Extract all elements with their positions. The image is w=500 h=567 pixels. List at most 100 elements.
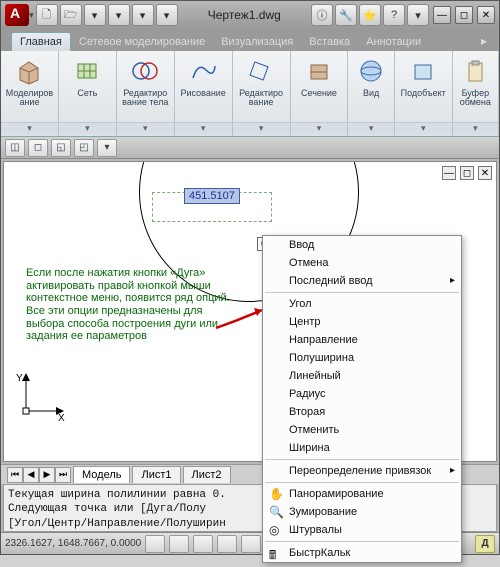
ctx-cancel[interactable]: Отмена (263, 254, 461, 272)
ctx-steering[interactable]: Штурвалы (263, 521, 461, 539)
ctx-undo[interactable]: Отменить (263, 421, 461, 439)
document-title: Чертеж1.dwg (180, 8, 309, 22)
panel-drop-icon[interactable]: ▾ (59, 122, 116, 134)
ctx-osnap-override[interactable]: Переопределение привязок (263, 462, 461, 480)
titlebar: ▾ 🗋 🗁 ▾ ▾ ▾ ▾ Чертеж1.dwg ⓘ 🔧 ⭐ ? ▾ — ◻ … (1, 1, 499, 29)
help-drop-icon[interactable]: ▾ (407, 4, 429, 26)
ctx-second[interactable]: Вторая (263, 403, 461, 421)
venn-icon (129, 55, 161, 87)
info-icon[interactable]: ⓘ (311, 4, 333, 26)
panel-drop-icon[interactable]: ▾ (233, 122, 290, 134)
ctx-quickcalc[interactable]: БыстрКальк (263, 544, 461, 562)
sheet-nav-prev-icon[interactable]: ◀ (23, 467, 39, 483)
minimize-button[interactable]: — (433, 6, 451, 24)
ctx-angle[interactable]: Угол (263, 295, 461, 313)
panel-label: Подобъект (401, 89, 446, 98)
tabs-overflow-icon[interactable]: ▸ (475, 31, 493, 51)
status-btn-4[interactable] (217, 535, 237, 553)
status-btn-3[interactable] (193, 535, 213, 553)
ctx-line[interactable]: Линейный (263, 367, 461, 385)
status-btn-2[interactable] (169, 535, 189, 553)
subtool-4[interactable]: ◰ (74, 139, 94, 157)
panel-drop-icon[interactable]: ▾ (175, 122, 232, 134)
panel-drop-icon[interactable]: ▾ (291, 122, 348, 134)
panel-label: Редактиро вание (233, 89, 290, 108)
ctx-separator (265, 292, 459, 293)
ctx-halfwidth[interactable]: Полуширина (263, 349, 461, 367)
panel-subobject[interactable]: Подобъект ▾ (395, 51, 453, 136)
layout-tab-model[interactable]: Модель (73, 466, 130, 483)
tab-home[interactable]: Главная (11, 32, 71, 51)
tab-visualization[interactable]: Визуализация (213, 33, 301, 51)
maximize-button[interactable]: ◻ (455, 6, 473, 24)
wrench-icon[interactable]: 🔧 (335, 4, 357, 26)
panel-label: Вид (363, 89, 379, 98)
context-menu: Ввод Отмена Последний ввод Угол Центр На… (262, 235, 462, 563)
subtool-3[interactable]: ◱ (51, 139, 71, 157)
star-icon[interactable]: ⭐ (359, 4, 381, 26)
panel-clipboard[interactable]: Буфер обмена ▾ (453, 51, 499, 136)
subobject-icon (407, 55, 439, 87)
ctx-center[interactable]: Центр (263, 313, 461, 331)
panel-label: Рисование (181, 89, 226, 98)
ctx-pan[interactable]: Панорамирование (263, 485, 461, 503)
qat-new-icon[interactable]: 🗋 (36, 4, 58, 26)
panel-solid-editing[interactable]: Редактиро вание тела ▾ (117, 51, 175, 136)
panel-drop-icon[interactable]: ▾ (453, 122, 498, 134)
svg-text:Y: Y (16, 373, 23, 384)
ctx-separator (265, 482, 459, 483)
sheet-nav-next-icon[interactable]: ▶ (39, 467, 55, 483)
clipboard-icon (459, 55, 491, 87)
status-cmd-button[interactable]: Д (475, 535, 495, 553)
panel-drop-icon[interactable]: ▾ (117, 122, 174, 134)
dynamic-dimension[interactable]: 451.5107 (184, 188, 240, 204)
section-icon (303, 55, 335, 87)
app-menu-button[interactable] (5, 4, 29, 26)
panel-label: Буфер обмена (453, 89, 498, 108)
ribbon: Моделиров ание ▾ Сеть ▾ Редактиро вание … (1, 51, 499, 137)
panel-label: Сеть (77, 89, 97, 98)
sheet-nav-first-icon[interactable]: ⏮ (7, 467, 23, 483)
panel-drop-icon[interactable]: ▾ (348, 122, 393, 134)
panel-label: Сечение (301, 89, 337, 98)
subtool-1[interactable]: ◫ (5, 139, 25, 157)
tab-insert[interactable]: Вставка (301, 33, 358, 51)
ctx-zoom[interactable]: Зумирование (263, 503, 461, 521)
qat-open-icon[interactable]: 🗁 (60, 4, 82, 26)
panel-drop-icon[interactable]: ▾ (1, 122, 58, 134)
annotation-text: Если после нажатия кнопки «Дуга» активир… (26, 267, 241, 343)
qat-drop-2[interactable]: ▾ (108, 4, 130, 26)
close-button[interactable]: ✕ (477, 6, 495, 24)
panel-mesh[interactable]: Сеть ▾ (59, 51, 117, 136)
sub-toolbar: ◫ ◻ ◱ ◰ ▾ (1, 137, 499, 159)
status-btn-1[interactable] (145, 535, 165, 553)
panel-drop-icon[interactable]: ▾ (395, 122, 452, 134)
sheet-nav-last-icon[interactable]: ⏭ (55, 467, 71, 483)
status-coordinates: 2326.1627, 1648.7667, 0.0000 (5, 538, 141, 549)
tab-mesh-modeling[interactable]: Сетевое моделирование (71, 33, 213, 51)
subtool-2[interactable]: ◻ (28, 139, 48, 157)
qat-drop-4[interactable]: ▾ (156, 4, 178, 26)
panel-modeling[interactable]: Моделиров ание ▾ (1, 51, 59, 136)
ctx-radius[interactable]: Радиус (263, 385, 461, 403)
layout-tab-sheet2[interactable]: Лист2 (183, 466, 231, 483)
qat-drop-3[interactable]: ▾ (132, 4, 154, 26)
subtool-5[interactable]: ▾ (97, 139, 117, 157)
qat-drop-1[interactable]: ▾ (84, 4, 106, 26)
ctx-direction[interactable]: Направление (263, 331, 461, 349)
ribbon-tabs: Главная Сетевое моделирование Визуализац… (1, 29, 499, 51)
panel-modify[interactable]: Редактиро вание ▾ (233, 51, 291, 136)
status-btn-5[interactable] (241, 535, 261, 553)
draw-icon (187, 55, 219, 87)
help-icon[interactable]: ? (383, 4, 405, 26)
panel-label: Редактиро вание тела (117, 89, 174, 108)
panel-section[interactable]: Сечение ▾ (291, 51, 349, 136)
ctx-width[interactable]: Ширина (263, 439, 461, 457)
layout-tab-sheet1[interactable]: Лист1 (132, 466, 180, 483)
panel-view[interactable]: Вид ▾ (348, 51, 394, 136)
ctx-enter[interactable]: Ввод (263, 236, 461, 254)
panel-draw[interactable]: Рисование ▾ (175, 51, 233, 136)
edit-icon (245, 55, 277, 87)
tab-annotations[interactable]: Аннотации (358, 33, 429, 51)
ctx-recent[interactable]: Последний ввод (263, 272, 461, 290)
